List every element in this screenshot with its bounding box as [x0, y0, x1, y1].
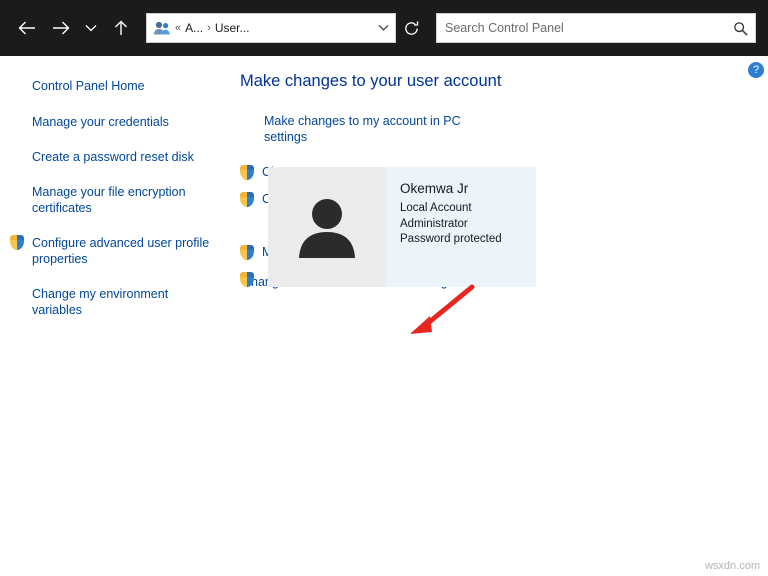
sidebar-item-label: Create a password reset disk — [32, 150, 194, 164]
link-pc-settings[interactable]: Make changes to my account in PC setting… — [240, 113, 490, 145]
search-box[interactable] — [436, 13, 756, 43]
address-dropdown-icon[interactable] — [373, 23, 393, 33]
shield-icon — [240, 272, 254, 287]
sidebar-item-label: Configure advanced user profile properti… — [32, 236, 210, 266]
account-details: Okemwa Jr Local Account Administrator Pa… — [386, 167, 502, 287]
account-name: Okemwa Jr — [400, 181, 469, 196]
user-avatar-icon — [299, 199, 355, 258]
account-type: Local Account — [400, 202, 472, 214]
sidebar-item-label: Manage your credentials — [32, 115, 169, 129]
refresh-button[interactable] — [396, 13, 426, 43]
address-separator: « — [175, 22, 182, 34]
search-input[interactable] — [437, 21, 725, 35]
sidebar-item-manage-credentials[interactable]: Manage your credentials — [0, 110, 228, 134]
back-arrow-icon — [18, 21, 35, 35]
breadcrumb-segment-1[interactable]: A... — [183, 21, 205, 35]
sidebar-item-advanced-user-profile[interactable]: Configure advanced user profile properti… — [0, 231, 228, 271]
up-arrow-icon — [115, 20, 127, 35]
back-button[interactable] — [10, 11, 44, 45]
sidebar: Control Panel Home Manage your credentia… — [0, 56, 228, 322]
shield-icon — [240, 165, 254, 180]
search-icon[interactable] — [725, 14, 755, 42]
breadcrumb-segment-2[interactable]: User... — [213, 21, 252, 35]
sidebar-item-label: Change my environment variables — [32, 287, 169, 317]
address-bar[interactable]: « A... › User... — [146, 13, 396, 43]
recent-locations-button[interactable] — [78, 11, 104, 45]
account-role: Administrator — [400, 217, 468, 230]
help-button[interactable]: ? — [748, 62, 764, 78]
account-password-status: Password protected — [400, 233, 502, 245]
sidebar-item-label: Manage your file encryption certificates — [32, 185, 186, 215]
forward-arrow-icon — [53, 21, 70, 35]
sidebar-item-password-reset-disk[interactable]: Create a password reset disk — [0, 145, 228, 169]
user-accounts-icon — [151, 18, 173, 38]
sidebar-item-environment-variables[interactable]: Change my environment variables — [0, 282, 228, 322]
window-titlebar: « A... › User... — [0, 0, 768, 56]
refresh-icon — [404, 20, 418, 35]
up-button[interactable] — [104, 11, 138, 45]
watermark: wsxdn.com — [704, 560, 760, 572]
breadcrumb-arrow: › — [207, 22, 211, 34]
shield-icon — [240, 192, 254, 207]
account-summary-panel: Okemwa Jr Local Account Administrator Pa… — [268, 167, 536, 287]
account-picture[interactable] — [268, 167, 386, 287]
sidebar-item-file-encryption-certificates[interactable]: Manage your file encryption certificates — [0, 180, 228, 220]
forward-button[interactable] — [44, 11, 78, 45]
sidebar-item-control-panel-home[interactable]: Control Panel Home — [0, 74, 228, 98]
shield-icon — [10, 235, 24, 250]
shield-icon — [240, 245, 254, 260]
sidebar-item-label: Control Panel Home — [32, 79, 145, 93]
page-title: Make changes to your user account — [240, 72, 502, 90]
chevron-down-icon — [85, 25, 97, 32]
content-area: Control Panel Home Manage your credentia… — [0, 56, 768, 576]
